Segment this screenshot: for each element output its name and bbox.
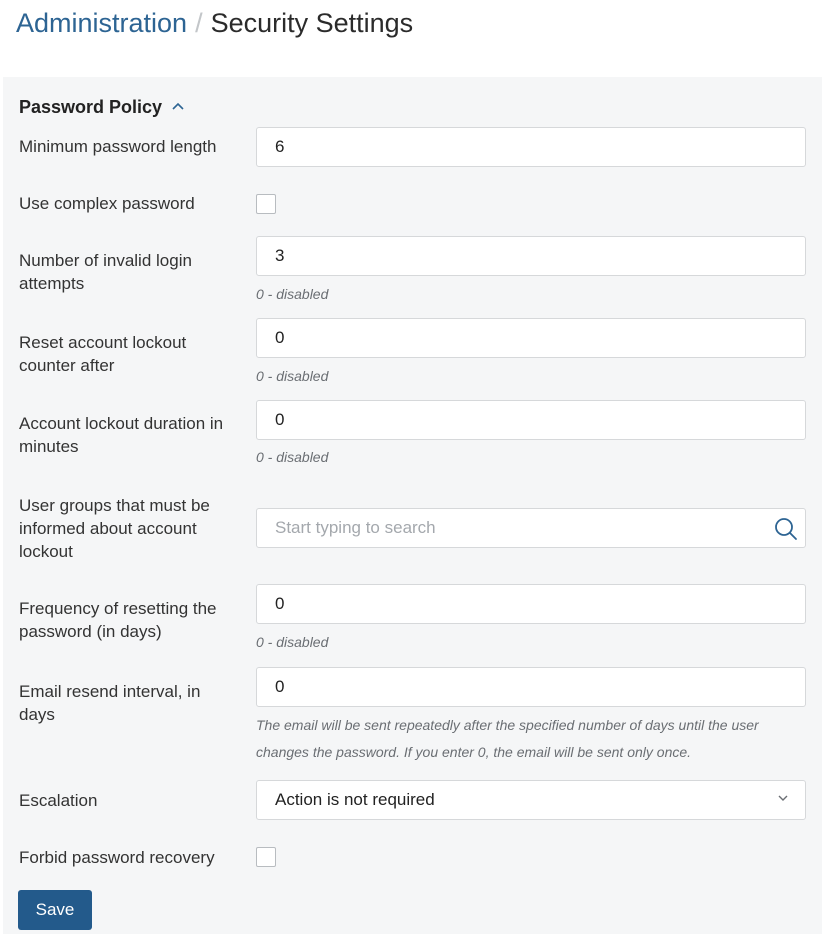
invalid-attempts-input[interactable]: 3 — [256, 236, 806, 276]
min-length-label: Minimum password length — [19, 137, 217, 156]
breadcrumb: Administration / Security Settings — [16, 6, 413, 40]
reset-frequency-label: Frequency of resetting the password (in … — [19, 599, 217, 641]
invalid-attempts-hint: 0 - disabled — [256, 286, 329, 302]
lockout-duration-input[interactable]: 0 — [256, 400, 806, 440]
chevron-down-icon — [778, 795, 788, 801]
complex-password-label: Use complex password — [19, 194, 195, 213]
save-button[interactable]: Save — [18, 890, 92, 930]
user-groups-placeholder: Start typing to search — [275, 518, 436, 537]
lockout-duration-value: 0 — [275, 410, 285, 429]
reset-counter-hint: 0 - disabled — [256, 368, 329, 384]
complex-password-checkbox[interactable] — [256, 194, 276, 214]
email-resend-input[interactable]: 0 — [256, 667, 806, 707]
chevron-up-icon — [172, 103, 184, 110]
escalation-selected-value: Action is not required — [275, 790, 435, 809]
email-resend-value: 0 — [275, 677, 285, 696]
search-icon[interactable] — [773, 516, 799, 542]
breadcrumb-administration-link[interactable]: Administration — [16, 8, 187, 38]
settings-panel: Password Policy Minimum password length … — [3, 77, 822, 934]
reset-frequency-input[interactable]: 0 — [256, 584, 806, 624]
escalation-label: Escalation — [19, 791, 98, 810]
min-length-input[interactable]: 6 — [256, 127, 806, 167]
reset-counter-label: Reset account lockout counter after — [19, 333, 187, 375]
lockout-duration-hint: 0 - disabled — [256, 449, 329, 465]
email-resend-label: Email resend interval, in days — [19, 682, 201, 724]
email-resend-hint-line2: changes the password. If you enter 0, th… — [256, 744, 692, 760]
lockout-duration-label: Account lockout duration in minutes — [19, 414, 224, 456]
escalation-select[interactable]: Action is not required — [256, 780, 806, 820]
forbid-recovery-checkbox[interactable] — [256, 847, 276, 867]
forbid-recovery-label: Forbid password recovery — [19, 848, 215, 867]
page-title: Security Settings — [210, 8, 414, 38]
user-groups-label: User groups that must be informed about … — [19, 496, 210, 561]
reset-counter-input[interactable]: 0 — [256, 318, 806, 358]
reset-frequency-value: 0 — [275, 594, 285, 613]
section-title: Password Policy — [19, 97, 163, 117]
breadcrumb-separator: / — [195, 8, 203, 38]
reset-counter-value: 0 — [275, 328, 285, 347]
email-resend-hint-line1: The email will be sent repeatedly after … — [256, 717, 759, 733]
password-policy-section-toggle[interactable]: Password Policy — [19, 97, 185, 118]
min-length-value: 6 — [275, 137, 285, 156]
user-groups-search-input[interactable]: Start typing to search — [256, 508, 806, 548]
invalid-attempts-label: Number of invalid login attempts — [19, 251, 192, 293]
invalid-attempts-value: 3 — [275, 246, 285, 265]
reset-frequency-hint: 0 - disabled — [256, 634, 329, 650]
